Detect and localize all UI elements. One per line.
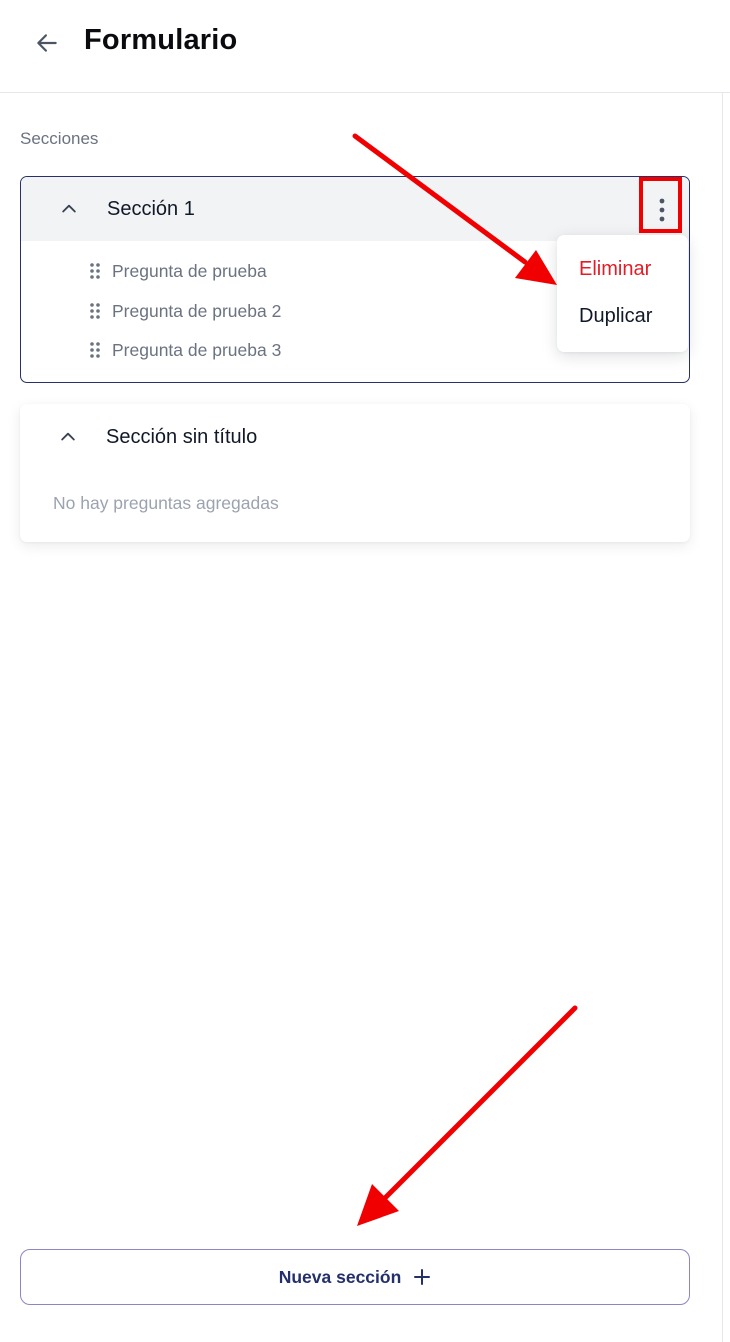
menu-item-delete[interactable]: Eliminar [579,258,651,281]
chevron-up-icon [62,204,76,213]
back-button[interactable] [30,28,64,58]
page: Formulario Secciones Sección 1 Pregunta … [0,0,730,1342]
drag-handle-icon[interactable] [89,341,101,359]
question-label: Pregunta de prueba [112,260,267,281]
drag-handle-icon[interactable] [89,302,101,320]
sections-label: Secciones [20,129,99,148]
collapse-toggle[interactable] [53,422,83,452]
collapse-toggle[interactable] [54,194,84,224]
question-label: Pregunta de prueba 3 [112,339,282,360]
section-title: Sección 1 [107,198,195,220]
drag-handle-icon[interactable] [89,262,101,280]
annotation-highlight-box [639,177,682,233]
page-title: Formulario [84,24,238,56]
question-item[interactable]: Pregunta de prueba [89,259,267,283]
section-header[interactable]: Sección 1 [21,177,689,241]
new-section-label: Nueva sección [278,1266,402,1287]
section-options-menu: Eliminar Duplicar [557,235,688,352]
app-header: Formulario [0,0,730,93]
menu-item-duplicate[interactable]: Duplicar [579,305,652,328]
section-title: Sección sin título [106,426,258,448]
chevron-up-icon [61,432,75,441]
empty-questions-text: No hay preguntas agregadas [53,493,279,513]
arrow-left-icon [37,34,57,52]
question-item[interactable]: Pregunta de prueba 3 [89,338,281,362]
question-item[interactable]: Pregunta de prueba 2 [89,299,281,323]
section-card-2: Sección sin título No hay preguntas agre… [20,404,690,542]
plus-icon [413,1268,431,1286]
annotation-arrow-new-section [357,1005,578,1226]
question-label: Pregunta de prueba 2 [112,300,282,321]
panel-divider [722,93,723,1342]
new-section-button[interactable]: Nueva sección [20,1249,690,1305]
